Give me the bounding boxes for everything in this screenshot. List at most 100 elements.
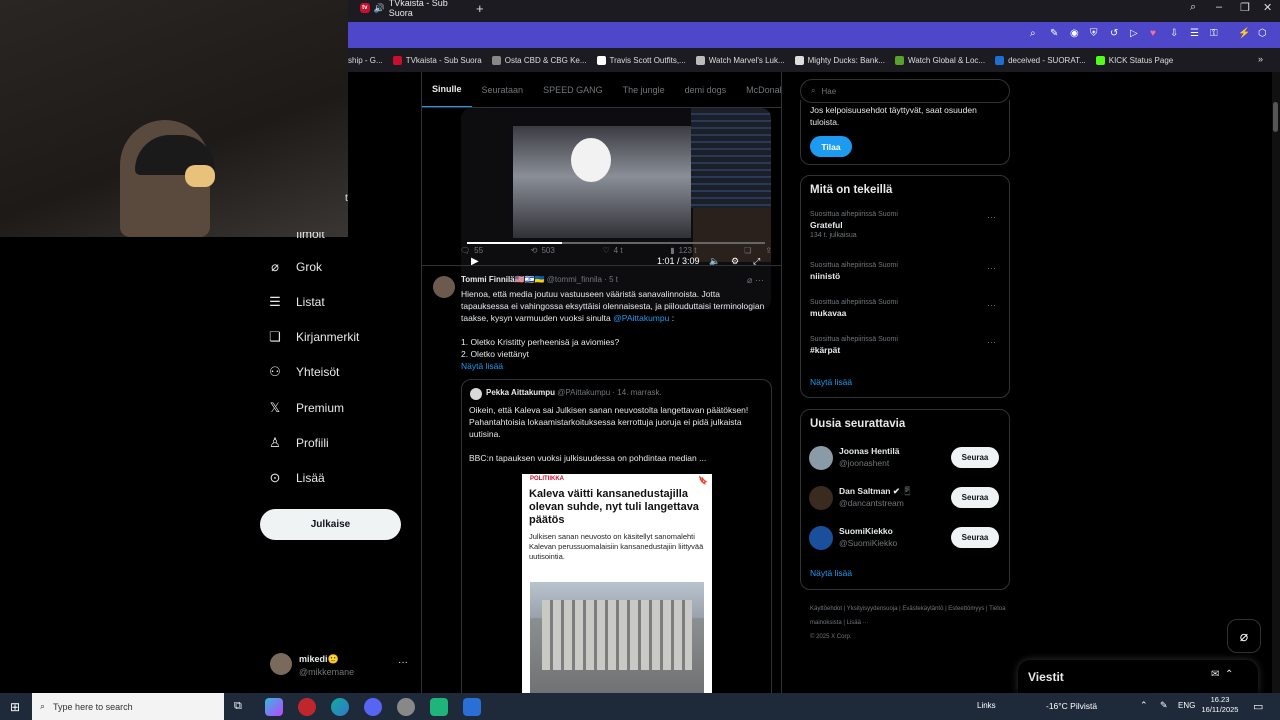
bookmark-item[interactable]: Osta CBD & CBG Ke...	[491, 55, 587, 65]
views-button[interactable]: ▮ 123 t	[670, 246, 696, 255]
post-button[interactable]: Julkaise	[260, 509, 401, 540]
profile-more-icon[interactable]: ···	[398, 657, 408, 668]
discord-icon[interactable]	[364, 698, 382, 716]
profile-handle[interactable]: @mikkemane	[299, 667, 354, 677]
notification-icon[interactable]: ▭	[1253, 700, 1263, 713]
follow-show-more[interactable]: Näytä lisää	[810, 568, 852, 578]
footer-links[interactable]: Käyttöehdot | Yksityisyydensuoja | Eväst…	[810, 602, 1010, 644]
maximize-icon[interactable]: ❐	[1240, 1, 1250, 14]
browser-app-icon[interactable]	[463, 698, 481, 716]
lock-icon[interactable]: ⚿	[1210, 28, 1218, 39]
copilot-icon[interactable]	[265, 698, 283, 716]
expand-icon[interactable]: ⌃	[1225, 669, 1233, 680]
bookmark-button[interactable]: ❏ ⇪	[744, 246, 772, 255]
sidebar-item-yhteisöt[interactable]: ⚇ Yhteisöt	[268, 364, 339, 380]
tray-weather[interactable]: -16°C Pilvistä	[1046, 701, 1097, 711]
feed-tab[interactable]: The jungle	[613, 72, 675, 107]
grok-icon[interactable]: ⌀	[1227, 619, 1261, 653]
sidebar-item-partial[interactable]: Ilmoit	[296, 232, 325, 238]
feed-tab[interactable]: demi dogs	[675, 72, 737, 107]
bookmark-item[interactable]: ship - G...	[348, 56, 383, 65]
feed-tab[interactable]: SPEED GANG	[533, 72, 613, 107]
quoted-tweet[interactable]: Pekka Aittakumpu @PAittakumpu · 14. marr…	[461, 379, 772, 693]
taskbar-search-input[interactable]: ⌕ Type here to search	[32, 693, 224, 720]
more-icon[interactable]: ···	[987, 337, 996, 347]
app-icon[interactable]	[430, 698, 448, 716]
tray-links[interactable]: Links	[977, 701, 996, 710]
tray-clock[interactable]: 16.23 16/11/2025	[1200, 695, 1240, 715]
edge-icon[interactable]	[331, 698, 349, 716]
heart-icon[interactable]: ♥	[1150, 28, 1156, 39]
profile-name[interactable]: mikedi🙂	[299, 654, 339, 665]
more-icon[interactable]: ···	[987, 300, 996, 310]
footer-text[interactable]: Käyttöehdot | Yksityisyydensuoja | Eväst…	[810, 602, 1010, 630]
search-tabs-icon[interactable]: ⌕	[1190, 1, 1196, 14]
follow-button[interactable]: Seuraa	[951, 527, 999, 548]
follow-name[interactable]: Joonas Hentilä	[839, 446, 899, 456]
bookmark-item[interactable]: Watch Global & Loc...	[895, 55, 985, 65]
trend-item[interactable]: Suosittua aihepiirissä Suomi #kärpät	[810, 336, 1005, 355]
tweet-author[interactable]: Tommi Finnilä🇺🇸🇮🇱🇺🇦	[461, 275, 545, 284]
follow-button[interactable]: Seuraa	[951, 487, 999, 508]
follow-suggestion[interactable]: SuomiKiekko @SuomiKiekko Seuraa	[809, 524, 1001, 552]
article-image[interactable]: POLITIIKKA 🔖 Kaleva väitti kansanedustaj…	[522, 474, 712, 693]
sidebar-item-kirjanmerkit[interactable]: ❏ Kirjanmerkit	[268, 329, 359, 345]
repost-button[interactable]: ⟲ 503	[531, 246, 555, 255]
trend-item[interactable]: Suosittua aihepiirissä Suomi niinistö	[810, 262, 1005, 281]
bookmark-item[interactable]: Travis Scott Outfits,...	[596, 55, 686, 65]
feed-tab[interactable]: Seurataan	[472, 72, 534, 107]
sidebar-item-lisää[interactable]: ⊙ Lisää	[268, 470, 325, 486]
like-button[interactable]: ♡ 4 t	[602, 246, 622, 255]
bookmark-item[interactable]: KICK Status Page	[1095, 55, 1173, 65]
trend-item[interactable]: Suosittua aihepiirissä Suomi Grateful 134 …	[810, 211, 1005, 239]
tweet-handle[interactable]: @tommi_finnila	[547, 275, 602, 284]
sidebar-item-listat[interactable]: ☰ Listat	[268, 294, 325, 310]
tray-chevron-icon[interactable]: ⌃	[1140, 700, 1148, 711]
minimize-icon[interactable]: –	[1216, 1, 1222, 13]
avatar[interactable]	[433, 276, 455, 298]
search-icon[interactable]: ⌕	[1030, 28, 1036, 39]
play-icon[interactable]: ▷	[1130, 28, 1138, 39]
more-icon[interactable]: ···	[987, 212, 996, 222]
avatar[interactable]	[809, 526, 833, 550]
menu-icon[interactable]: ☰	[1190, 28, 1199, 39]
close-icon[interactable]: ✕	[1263, 1, 1272, 14]
new-tab-button[interactable]: +	[476, 1, 484, 16]
bookmark-item[interactable]: TVkaista - Sub Suora	[392, 55, 482, 65]
scrollbar-thumb[interactable]	[1273, 102, 1278, 132]
more-icon[interactable]: ···	[987, 263, 996, 273]
follow-suggestion[interactable]: Joonas Hentilä @joonashent Seuraa	[809, 444, 1001, 472]
grok-icon[interactable]: ⌀	[747, 275, 752, 285]
follow-suggestion[interactable]: Dan Saltman ✔ 📱 @dancantstream Seuraa	[809, 484, 1001, 512]
avatar[interactable]	[270, 653, 292, 675]
feed-tab[interactable]: McDonal	[736, 72, 781, 107]
browser-tab-active[interactable]: tv 🔊 TVkaista - Sub Suora	[360, 0, 470, 18]
share-icon[interactable]: ⇪	[765, 246, 772, 255]
steam-icon[interactable]	[397, 698, 415, 716]
feed-tab[interactable]: Sinulle	[422, 72, 472, 107]
bookmark-item[interactable]: Mighty Ducks: Bank...	[794, 55, 885, 65]
bookmarks-overflow-icon[interactable]: »	[1258, 54, 1263, 64]
scrollbar[interactable]	[1272, 72, 1280, 693]
avatar[interactable]	[809, 486, 833, 510]
sidebar-item-premium[interactable]: 𝕏 Premium	[268, 400, 344, 416]
download-icon[interactable]: ⇩	[1170, 28, 1178, 39]
follow-name[interactable]: SuomiKiekko	[839, 526, 893, 536]
follow-button[interactable]: Seuraa	[951, 447, 999, 468]
settings-icon[interactable]: ⬡	[1258, 28, 1267, 39]
tab-audio-icon[interactable]: 🔊	[374, 3, 385, 14]
mention-link[interactable]: @PAittakumpu	[613, 313, 669, 323]
extension-icon[interactable]: ⚡	[1238, 28, 1250, 39]
camera-icon[interactable]: ◉	[1070, 28, 1079, 39]
shield-icon[interactable]: ⛨	[1090, 28, 1098, 39]
opera-icon[interactable]	[298, 698, 316, 716]
follow-name[interactable]: Dan Saltman ✔ 📱	[839, 486, 913, 497]
subscribe-button[interactable]: Tilaa	[810, 136, 852, 157]
avatar[interactable]	[809, 446, 833, 470]
show-more-link[interactable]: Näytä lisää	[461, 361, 503, 371]
task-view-icon[interactable]: ⧉	[234, 700, 242, 713]
windows-start-icon[interactable]: ⊞	[10, 700, 22, 714]
history-icon[interactable]: ↺	[1110, 28, 1118, 39]
tray-network-icon[interactable]: ✎	[1160, 700, 1168, 711]
bookmark-item[interactable]: Watch Marvel's Luk...	[695, 55, 785, 65]
